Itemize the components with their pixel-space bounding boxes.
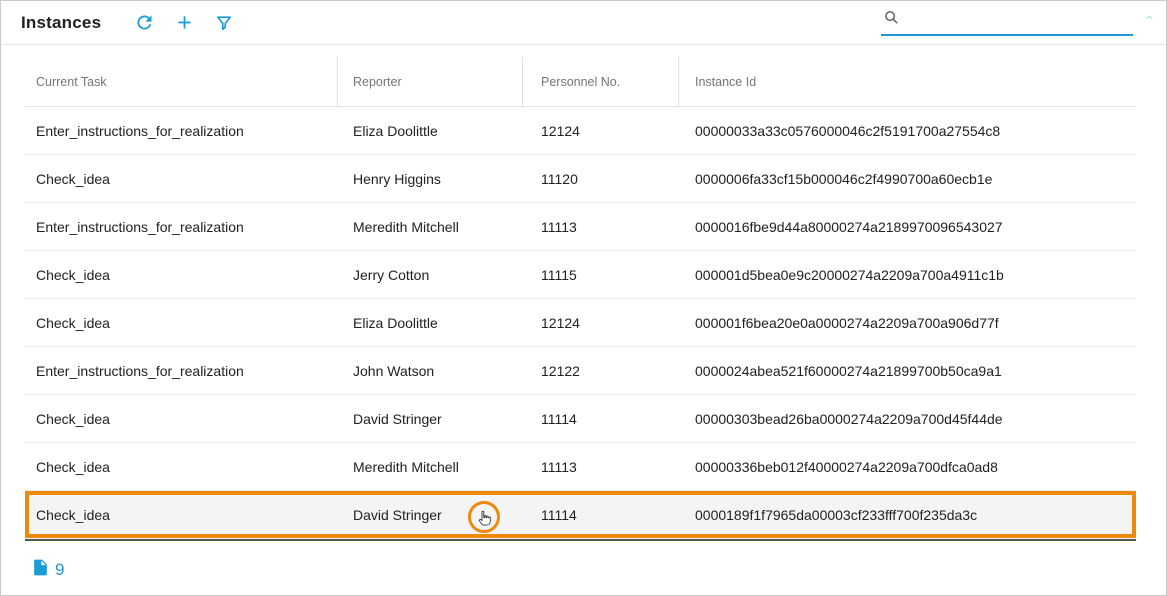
cell-instance-id: 00000303bead26ba0000274a2209a700d45f44de — [679, 395, 1136, 442]
table-row[interactable]: Enter_instructions_for_realization Eliza… — [25, 107, 1136, 155]
cell-personnel-no: 11114 — [523, 491, 679, 538]
cell-instance-id: 00000033a33c0576000046c2f5191700a27554c8 — [679, 107, 1136, 154]
cell-current-task: Check_idea — [25, 491, 338, 538]
column-header-personnel-no: Personnel No. — [523, 57, 679, 106]
filter-button[interactable] — [209, 8, 239, 38]
table-row[interactable]: Check_idea David Stringer 11114 00000303… — [25, 395, 1136, 443]
cell-personnel-no: 11114 — [523, 395, 679, 442]
cell-personnel-no: 11113 — [523, 443, 679, 490]
add-button[interactable] — [169, 8, 199, 38]
instances-table: Current Task Reporter Personnel No. Inst… — [25, 57, 1136, 541]
column-header-reporter: Reporter — [338, 57, 523, 106]
search-icon — [881, 9, 906, 32]
add-icon — [174, 12, 195, 33]
search-area: ˆ — [881, 10, 1152, 36]
search-box[interactable] — [881, 10, 1133, 36]
table-header: Current Task Reporter Personnel No. Inst… — [25, 57, 1136, 107]
table-row[interactable]: Check_idea Jerry Cotton 11115 000001d5be… — [25, 251, 1136, 299]
cell-instance-id: 00000336beb012f40000274a2209a700dfca0ad8 — [679, 443, 1136, 490]
cell-instance-id: 0000006fa33cf15b000046c2f4990700a60ecb1e — [679, 155, 1136, 202]
cell-reporter: Henry Higgins — [338, 155, 523, 202]
cell-reporter: David Stringer — [338, 491, 523, 538]
cell-reporter: David Stringer — [338, 395, 523, 442]
cell-current-task: Enter_instructions_for_realization — [25, 203, 338, 250]
cell-current-task: Check_idea — [25, 155, 338, 202]
cell-current-task: Enter_instructions_for_realization — [25, 107, 338, 154]
table-body: Enter_instructions_for_realization Eliza… — [25, 107, 1136, 539]
table-row[interactable]: Enter_instructions_for_realization John … — [25, 347, 1136, 395]
toolbar: Instances ˆ — [1, 1, 1166, 45]
cell-reporter: Eliza Doolittle — [338, 299, 523, 346]
column-header-current-task: Current Task — [25, 57, 338, 106]
chevron-up-icon[interactable]: ˆ — [1146, 15, 1153, 30]
cell-instance-id: 0000024abea521f60000274a21899700b50ca9a1 — [679, 347, 1136, 394]
cell-current-task: Enter_instructions_for_realization — [25, 347, 338, 394]
search-input[interactable] — [906, 16, 1133, 32]
cell-reporter: John Watson — [338, 347, 523, 394]
row-count: 9 — [55, 560, 64, 580]
cell-personnel-no: 11113 — [523, 203, 679, 250]
cell-personnel-no: 12124 — [523, 107, 679, 154]
cell-personnel-no: 11120 — [523, 155, 679, 202]
cell-instance-id: 000001d5bea0e9c20000274a2209a700a4911c1b — [679, 251, 1136, 298]
table-row[interactable]: Check_idea Meredith Mitchell 11113 00000… — [25, 443, 1136, 491]
page-title: Instances — [21, 13, 101, 33]
table-row[interactable]: Check_idea Eliza Doolittle 12124 000001f… — [25, 299, 1136, 347]
refresh-button[interactable] — [129, 8, 159, 38]
cell-current-task: Check_idea — [25, 251, 338, 298]
cell-instance-id: 0000016fbe9d44a80000274a2189970096543027 — [679, 203, 1136, 250]
cell-instance-id: 000001f6bea20e0a0000274a2209a700a906d77f — [679, 299, 1136, 346]
cell-current-task: Check_idea — [25, 443, 338, 490]
cell-instance-id: 0000189f1f7965da00003cf233fff700f235da3c — [679, 491, 1136, 538]
cell-personnel-no: 12122 — [523, 347, 679, 394]
instances-page: Instances ˆ — [0, 0, 1167, 596]
footer: 9 — [31, 558, 1166, 582]
cell-reporter: Jerry Cotton — [338, 251, 523, 298]
page-icon — [31, 558, 50, 582]
cell-current-task: Check_idea — [25, 299, 338, 346]
refresh-icon — [134, 12, 155, 33]
filter-icon — [214, 13, 234, 33]
cell-current-task: Check_idea — [25, 395, 338, 442]
cell-reporter: Meredith Mitchell — [338, 443, 523, 490]
cell-personnel-no: 12124 — [523, 299, 679, 346]
table-row[interactable]: Check_idea David Stringer 11114 0000189f… — [25, 491, 1136, 539]
cell-personnel-no: 11115 — [523, 251, 679, 298]
table-row[interactable]: Enter_instructions_for_realization Mered… — [25, 203, 1136, 251]
cell-reporter: Meredith Mitchell — [338, 203, 523, 250]
table-row[interactable]: Check_idea Henry Higgins 11120 0000006fa… — [25, 155, 1136, 203]
column-header-instance-id: Instance Id — [679, 57, 1136, 106]
cell-reporter: Eliza Doolittle — [338, 107, 523, 154]
